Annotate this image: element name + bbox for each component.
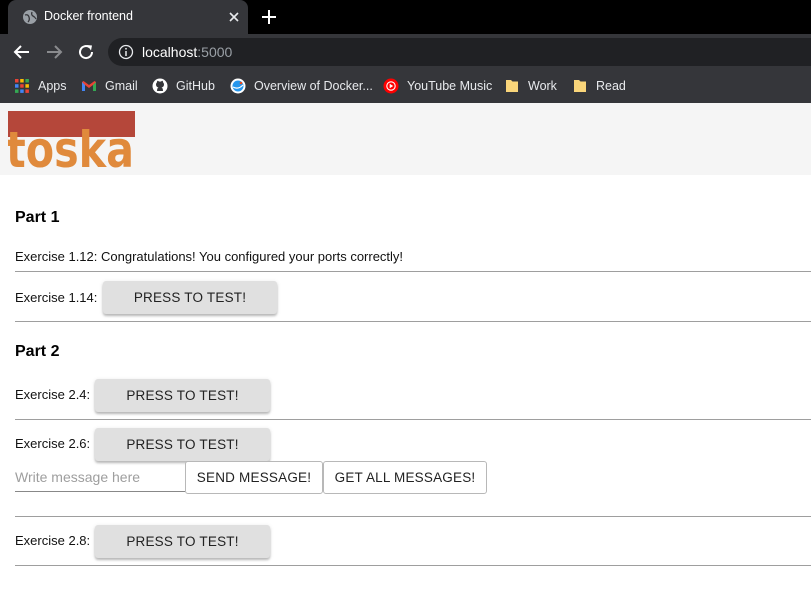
divider: [15, 565, 811, 566]
folder-icon: [574, 80, 586, 92]
browser-toolbar: localhost:5000: [0, 34, 811, 69]
github-icon: [152, 78, 168, 94]
url-text: localhost:5000: [142, 44, 232, 60]
bookmark-work[interactable]: Work: [504, 77, 557, 95]
divider: [15, 516, 811, 517]
bookmark-youtube-music[interactable]: YouTube Music: [383, 77, 492, 95]
exercise-1-14-label: Exercise 1.14:: [15, 290, 98, 305]
address-bar[interactable]: localhost:5000: [108, 38, 811, 66]
bookmark-label: Work: [528, 79, 557, 93]
tab-title: Docker frontend: [44, 9, 133, 23]
bookmark-github[interactable]: GitHub: [152, 77, 215, 95]
folder-icon: [506, 80, 518, 92]
message-input[interactable]: [15, 462, 185, 492]
page-header: toska: [0, 103, 811, 175]
url-port: :5000: [197, 44, 233, 60]
youtube-music-icon: [383, 78, 399, 94]
exercise-2-8-test-button[interactable]: PRESS TO TEST!: [95, 525, 270, 558]
bookmark-label: GitHub: [176, 79, 215, 93]
bookmark-label: Apps: [38, 79, 67, 93]
docker-icon: [230, 78, 246, 94]
browser-tabstrip: Docker frontend: [0, 0, 811, 34]
browser-tab[interactable]: Docker frontend: [8, 0, 248, 34]
bookmark-label: Overview of Docker...: [254, 79, 373, 93]
part2-title: Part 2: [15, 343, 60, 360]
get-all-messages-button[interactable]: GET ALL MESSAGES!: [323, 461, 487, 494]
close-icon[interactable]: [226, 9, 242, 25]
exercise-2-8-label: Exercise 2.8:: [15, 533, 91, 548]
divider: [15, 419, 811, 420]
info-icon[interactable]: [118, 44, 134, 60]
bookmarks-bar: Apps Gmail GitHub Overview of Docker... …: [0, 69, 811, 103]
bookmark-apps[interactable]: Apps: [14, 77, 67, 95]
gmail-icon: [82, 81, 96, 91]
exercise-2-4-label: Exercise 2.4:: [15, 387, 91, 402]
bookmark-docker-overview[interactable]: Overview of Docker...: [230, 77, 373, 95]
bookmark-label: YouTube Music: [407, 79, 493, 93]
exercise-1-12-message: Exercise 1.12: Congratulations! You conf…: [15, 249, 404, 264]
part1-title: Part 1: [15, 209, 60, 226]
exercise-1-14-test-button[interactable]: PRESS TO TEST!: [103, 281, 277, 314]
apps-grid-icon: [15, 79, 29, 93]
divider: [15, 271, 811, 272]
bookmark-label: Gmail: [105, 79, 138, 93]
bookmark-gmail[interactable]: Gmail: [81, 77, 138, 95]
url-host: localhost: [142, 44, 198, 60]
main-content: Part 1 Exercise 1.12: Congratulations! Y…: [15, 175, 811, 592]
forward-arrow-icon[interactable]: [44, 42, 64, 62]
logo-text: toska: [8, 121, 134, 170]
send-message-button[interactable]: SEND MESSAGE!: [185, 461, 323, 494]
exercise-2-4-test-button[interactable]: PRESS TO TEST!: [95, 379, 270, 412]
globe-icon: [23, 10, 37, 24]
divider: [15, 321, 811, 322]
new-tab-plus-icon[interactable]: [260, 8, 278, 26]
reload-icon[interactable]: [76, 42, 96, 62]
exercise-2-6-label: Exercise 2.6:: [15, 436, 91, 451]
toska-logo: toska: [8, 111, 135, 170]
back-arrow-icon[interactable]: [12, 42, 32, 62]
exercise-2-6-test-button[interactable]: PRESS TO TEST!: [95, 428, 270, 461]
bookmark-label: Read: [596, 79, 626, 93]
bookmark-read[interactable]: Read: [572, 77, 626, 95]
